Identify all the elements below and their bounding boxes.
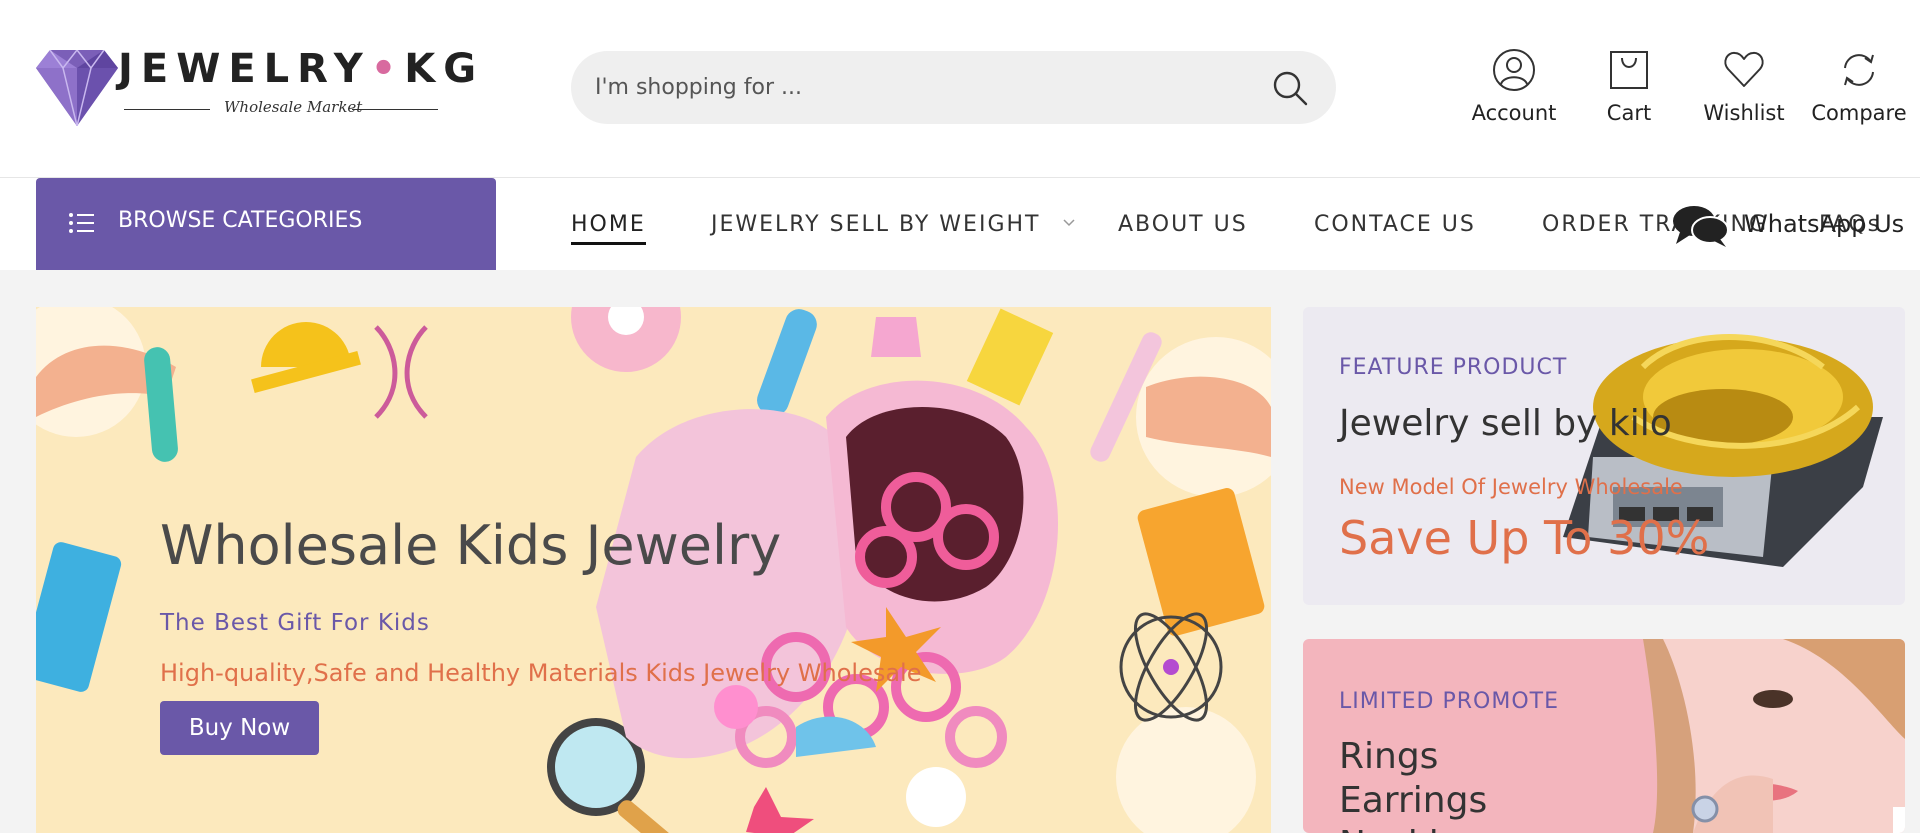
nav-home[interactable]: HOME bbox=[571, 212, 646, 245]
logo-tagline: Wholesale Market bbox=[224, 98, 363, 116]
site-header: JEWELRY•KG Wholesale Market Account Cart… bbox=[0, 0, 1920, 178]
compare-label: Compare bbox=[1811, 101, 1907, 125]
compare-button[interactable]: Compare bbox=[1804, 48, 1914, 130]
promote-category-list: Rings Earrings Necklaces bbox=[1339, 735, 1521, 833]
wishlist-button[interactable]: Wishlist bbox=[1689, 48, 1799, 130]
logo-rule-left bbox=[124, 109, 210, 110]
list-icon bbox=[69, 213, 94, 233]
hero-banner: Wholesale Kids Jewelry The Best Gift For… bbox=[36, 307, 1271, 833]
buy-now-button[interactable]: Buy Now bbox=[160, 701, 319, 755]
feature-product-subtitle: New Model Of Jewelry Wholesale bbox=[1339, 475, 1683, 499]
hero-subtitle: The Best Gift For Kids bbox=[160, 610, 430, 636]
feature-product-title: Jewelry sell by kilo bbox=[1339, 403, 1672, 444]
limited-promote-kicker: LIMITED PROMOTE bbox=[1339, 689, 1559, 714]
promote-item-necklaces[interactable]: Necklaces bbox=[1339, 823, 1521, 833]
account-button[interactable]: Account bbox=[1459, 48, 1569, 130]
chat-bubbles-icon[interactable] bbox=[1672, 204, 1730, 248]
logo-wordmark: JEWELRY•KG bbox=[118, 46, 485, 92]
feature-product-promo: Save Up To 30% bbox=[1339, 511, 1710, 565]
browse-categories-button[interactable]: BROWSE CATEGORIES bbox=[36, 178, 496, 270]
whatsapp-us-link[interactable]: WhatsApp Us bbox=[1744, 210, 1904, 238]
hero-description: High-quality,Safe and Healthy Materials … bbox=[160, 659, 922, 687]
chevron-down-icon bbox=[1063, 219, 1075, 227]
nav-about-us[interactable]: ABOUT US bbox=[1118, 212, 1248, 237]
limited-promote-card[interactable]: LIMITED PROMOTE Rings Earrings Necklaces bbox=[1303, 639, 1905, 833]
heart-icon bbox=[1724, 51, 1764, 87]
hero-title: Wholesale Kids Jewelry bbox=[160, 514, 782, 577]
promote-item-rings[interactable]: Rings bbox=[1339, 735, 1521, 779]
search-input[interactable] bbox=[595, 51, 1255, 124]
logo-rule-right bbox=[352, 109, 438, 110]
search-icon[interactable] bbox=[1270, 68, 1310, 108]
promote-item-earrings[interactable]: Earrings bbox=[1339, 779, 1521, 823]
cart-button[interactable]: Cart bbox=[1574, 48, 1684, 130]
search-bar bbox=[571, 51, 1336, 124]
nav-contact-us[interactable]: CONTACE US bbox=[1314, 212, 1476, 237]
main-navigation: BROWSE CATEGORIES HOME JEWELRY SELL BY W… bbox=[0, 178, 1920, 270]
feature-product-kicker: FEATURE PRODUCT bbox=[1339, 355, 1568, 380]
nav-jewelry-sell-by-weight[interactable]: JEWELRY SELL BY WEIGHT bbox=[711, 212, 1040, 237]
account-label: Account bbox=[1471, 101, 1557, 125]
cart-label: Cart bbox=[1606, 101, 1652, 125]
bag-icon bbox=[1610, 51, 1648, 89]
user-icon bbox=[1493, 49, 1535, 91]
feature-product-card[interactable]: FEATURE PRODUCT Jewelry sell by kilo New… bbox=[1303, 307, 1905, 605]
site-logo[interactable]: JEWELRY•KG Wholesale Market bbox=[36, 46, 476, 130]
wishlist-label: Wishlist bbox=[1703, 101, 1785, 125]
refresh-icon bbox=[1844, 54, 1874, 86]
browse-categories-label: BROWSE CATEGORIES bbox=[118, 208, 363, 233]
diamond-icon bbox=[36, 50, 118, 126]
nav-order-tracking[interactable]: ORDER TRACKING bbox=[1542, 212, 1768, 237]
